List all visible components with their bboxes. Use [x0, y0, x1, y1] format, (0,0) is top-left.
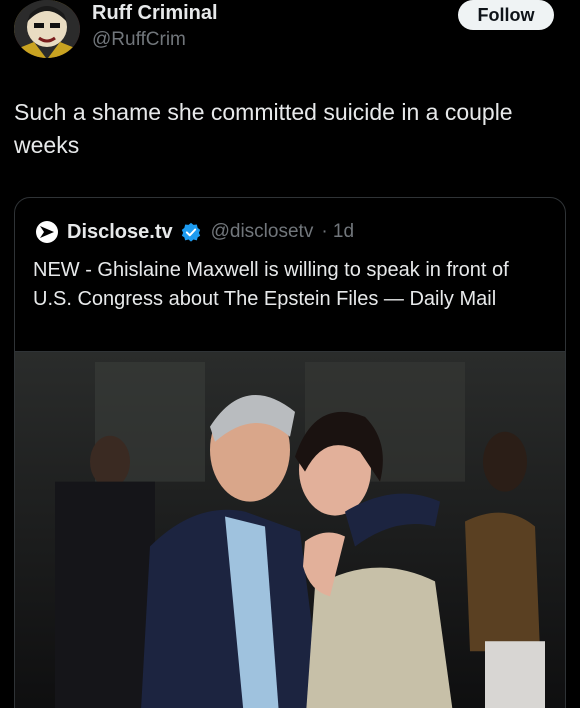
- author-handle[interactable]: @RuffCrim: [92, 29, 186, 51]
- follow-button[interactable]: Follow: [458, 0, 554, 30]
- author-avatar[interactable]: [14, 0, 80, 58]
- quoted-tweet-header: Disclose.tv @disclosetv · 1d: [35, 218, 354, 246]
- quoted-tweet-photo[interactable]: [15, 351, 565, 708]
- verified-badge-icon: [181, 222, 200, 242]
- quoted-timestamp[interactable]: · 1d: [321, 221, 354, 243]
- disclose-logo-icon[interactable]: [35, 220, 59, 244]
- party-photo-illustration: [15, 352, 565, 708]
- author-display-name[interactable]: Ruff Criminal: [92, 2, 218, 25]
- quoted-author-handle[interactable]: @disclosetv: [211, 221, 314, 243]
- tweet-text: Such a shame she committed suicide in a …: [14, 99, 513, 158]
- tweet-header: Ruff Criminal @RuffCrim Follow: [0, 0, 580, 80]
- avatar-illustration: [14, 0, 80, 58]
- quoted-tweet-card[interactable]: Disclose.tv @disclosetv · 1d NEW - Ghisl…: [14, 197, 566, 708]
- quoted-tweet-text: NEW - Ghislaine Maxwell is willing to sp…: [33, 259, 509, 310]
- quoted-author-name[interactable]: Disclose.tv: [67, 221, 173, 244]
